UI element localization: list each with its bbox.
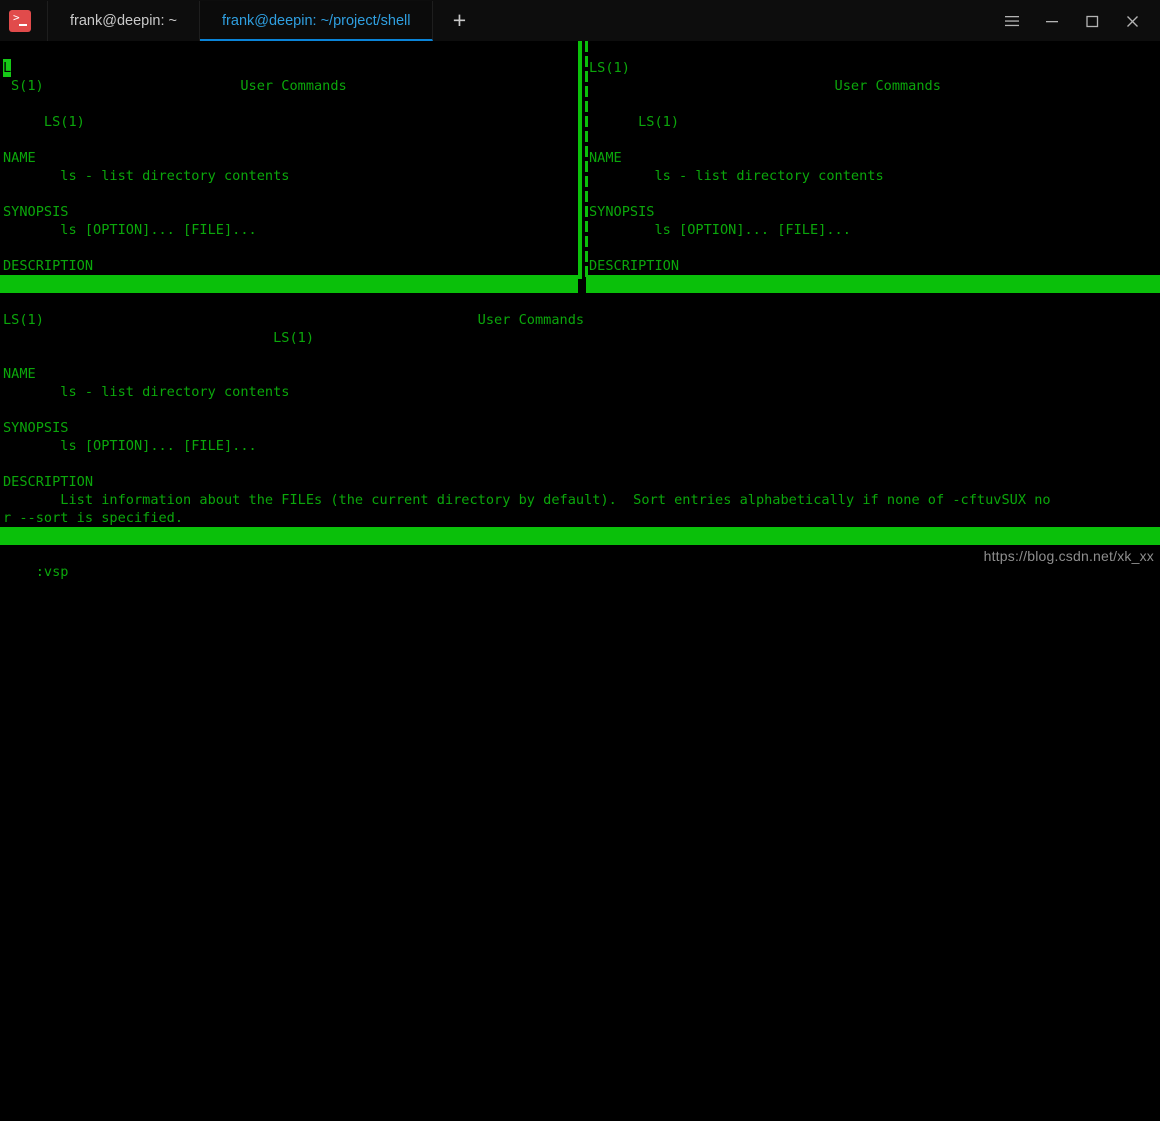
pane-text-line: User Commands	[3, 78, 347, 94]
pane-text-line: LS(1)	[589, 114, 680, 130]
pane-bottom[interactable]: LS(1) User Commands LS(1) NAME ls - list…	[0, 312, 1160, 977]
new-tab-button[interactable]: +	[433, 1, 485, 41]
watermark-url: https://blog.csdn.net/xk_xx	[983, 548, 1154, 564]
tab-strip: frank@deepin: ~ frank@deepin: ~/project/…	[47, 0, 992, 41]
vim-statusline-top-right: ls.txt 1,1 顶端	[586, 275, 1160, 293]
vim-statusline-top-left: ls.txt 1,1 顶端	[0, 275, 578, 293]
pane-text-line: LS(1)	[3, 330, 314, 346]
vim-statusline-bottom: ls.txt 1,1 顶端	[0, 527, 1160, 545]
tab-label: frank@deepin: ~	[70, 13, 178, 29]
terminal-screen[interactable]: L S(1) User Commands LS(1) NAME ls - lis…	[0, 41, 1160, 580]
window-controls	[992, 0, 1152, 41]
tab-frank-deepin-home[interactable]: frank@deepin: ~	[47, 1, 201, 41]
pane-text-line: r --sort is specified.	[3, 510, 184, 526]
title-bar: frank@deepin: ~ frank@deepin: ~/project/…	[0, 0, 1160, 42]
pane-text-line: ls [OPTION]... [FILE]...	[3, 438, 257, 454]
pane-text-line: User Commands	[589, 78, 941, 94]
vim-command-line[interactable]: :vsp	[0, 545, 69, 580]
close-icon[interactable]	[1112, 0, 1152, 41]
pane-text-line: ls - list directory contents	[589, 168, 884, 184]
minimize-icon[interactable]	[1032, 0, 1072, 41]
tab-label: frank@deepin: ~/project/shell	[222, 13, 411, 29]
pane-text-line: ls [OPTION]... [FILE]...	[589, 222, 851, 238]
maximize-icon[interactable]	[1072, 0, 1112, 41]
menu-icon[interactable]	[992, 0, 1032, 41]
terminal-icon	[9, 10, 31, 32]
pane-text-line: ls - list directory contents	[3, 384, 290, 400]
command-line-text: :vsp	[35, 564, 69, 580]
tab-frank-deepin-project-shell[interactable]: frank@deepin: ~/project/shell	[200, 1, 434, 41]
